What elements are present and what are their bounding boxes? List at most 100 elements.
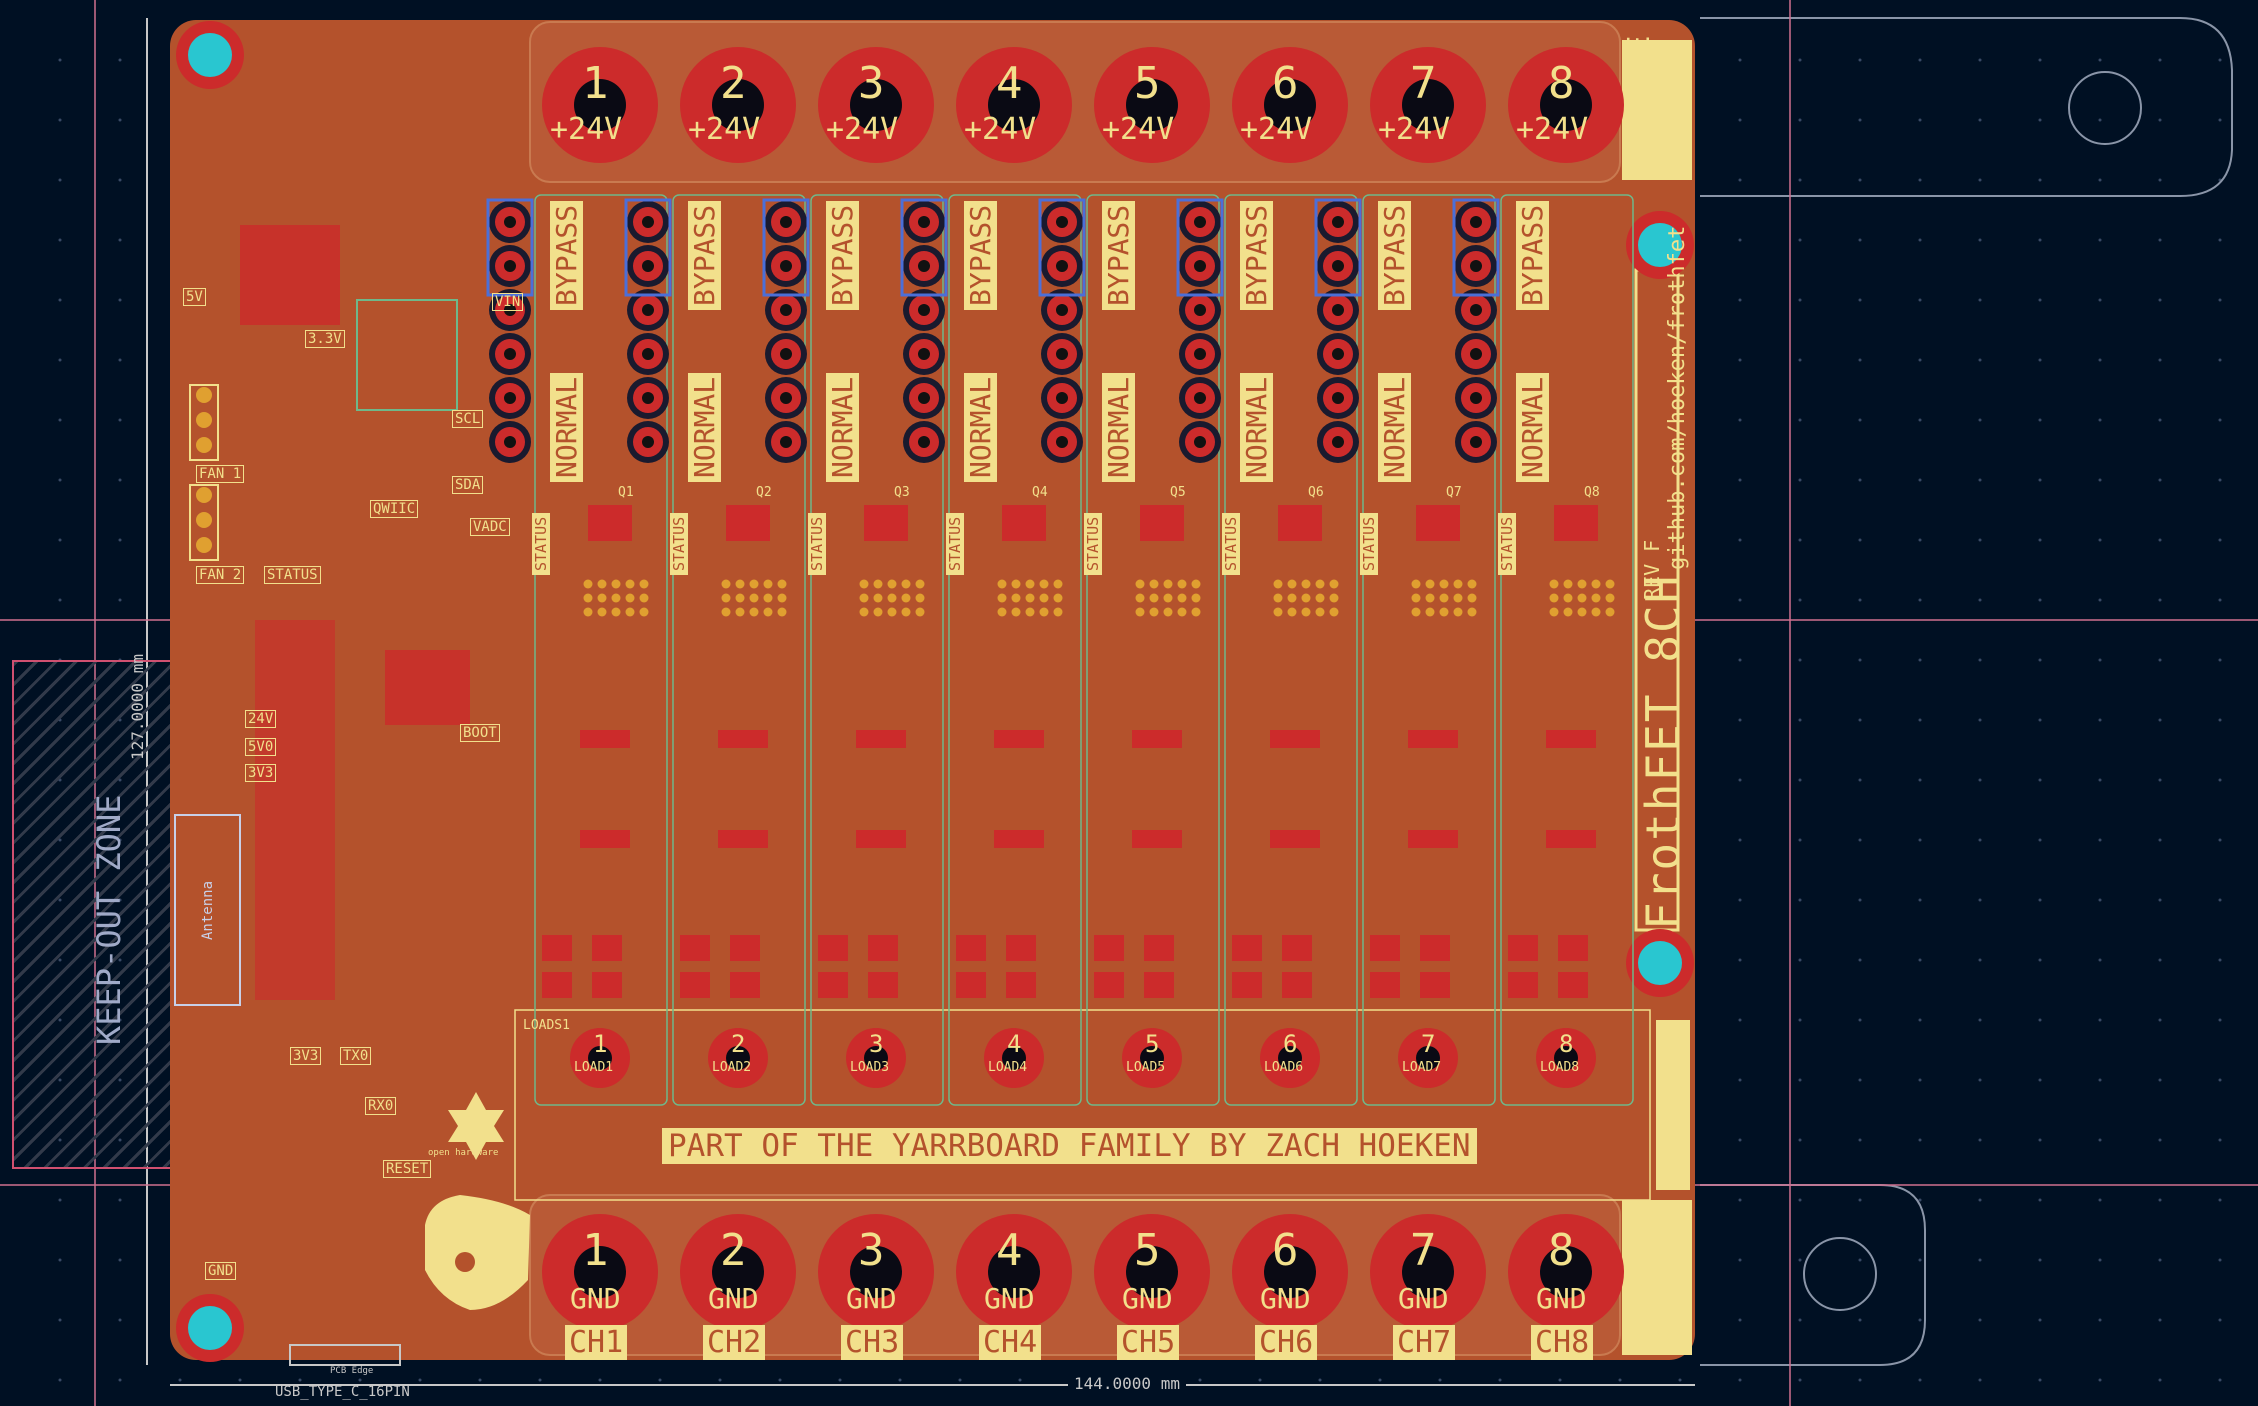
- bus-negative-label: NEGATIVE: [1622, 1210, 1657, 1356]
- pad-3: [859, 579, 869, 589]
- pad-5: [1135, 607, 1145, 617]
- jumper-5-pin-hole: [1056, 348, 1068, 360]
- jumper-7-pin-hole: [1332, 436, 1344, 448]
- pad-6: [1287, 579, 1297, 589]
- jumper-8-pin-hole: [1470, 216, 1482, 228]
- led-4-d: [1006, 972, 1036, 998]
- status-label-1: STATUS: [532, 512, 550, 575]
- led-8-d: [1558, 972, 1588, 998]
- jumper-2-pin-hole: [642, 304, 654, 316]
- pad-3: [887, 579, 897, 589]
- positive-terminal-4-number: 4: [996, 58, 1023, 109]
- pad-4: [1025, 579, 1035, 589]
- power-label-13: SDA: [452, 476, 484, 494]
- mosfet-5-ref: Q5: [1170, 485, 1186, 500]
- positive-terminal-8-voltage: +24V: [1516, 112, 1589, 147]
- jumper-4-pin-hole: [918, 392, 930, 404]
- channel-7-name: CH7: [1393, 1325, 1456, 1360]
- pad-3: [915, 593, 925, 603]
- pad-4: [1053, 593, 1063, 603]
- pad-6: [1273, 593, 1283, 603]
- channel-1-name: CH1: [565, 1325, 628, 1360]
- negative-terminal-1-ground: GND: [570, 1282, 621, 1315]
- buzzer-outline: [356, 299, 458, 411]
- pad-3: [887, 593, 897, 603]
- jumper-2-pin-hole: [642, 348, 654, 360]
- resistor-8-a: [1546, 730, 1596, 748]
- pad-5: [1163, 593, 1173, 603]
- led-3-d: [868, 972, 898, 998]
- pad-4: [1053, 579, 1063, 589]
- led-6-a: [1232, 935, 1262, 961]
- channel-4-name: CH4: [979, 1325, 1042, 1360]
- positive-terminal-1-number: 1: [582, 58, 609, 109]
- channel-6-name: CH6: [1255, 1325, 1318, 1360]
- pad-7: [1453, 607, 1463, 617]
- resistor-6-b: [1270, 830, 1320, 848]
- fan-pin-4: [196, 487, 212, 503]
- positive-terminal-5-number: 5: [1134, 58, 1161, 109]
- led-8-a: [1508, 935, 1538, 961]
- pad-2: [763, 607, 773, 617]
- mosfet-3-ref: Q3: [894, 485, 910, 500]
- negative-terminal-8-number: 8: [1548, 1225, 1575, 1276]
- pad-8: [1591, 579, 1601, 589]
- pad-3: [901, 579, 911, 589]
- jumper-8-pin-hole: [1470, 260, 1482, 272]
- power-label-7: BOOT: [460, 724, 500, 742]
- pad-7: [1411, 579, 1421, 589]
- jumper-5-pin-hole: [1056, 260, 1068, 272]
- normal-label-5: NORMAL: [1102, 372, 1135, 482]
- power-label-6: 3V3: [245, 764, 277, 782]
- led-3-c: [818, 972, 848, 998]
- led-1-d: [592, 972, 622, 998]
- load-terminal-5-name: LOAD5: [1126, 1060, 1166, 1075]
- negative-terminal-2-number: 2: [720, 1225, 747, 1276]
- pad-1: [611, 607, 621, 617]
- pad-4: [1025, 607, 1035, 617]
- jumper-1-pin-hole: [504, 216, 516, 228]
- logo-skull: [425, 1195, 530, 1310]
- power-label-14: VADC: [470, 518, 510, 536]
- pad-8: [1577, 593, 1587, 603]
- power-label-11: QWIIC: [370, 500, 419, 518]
- resistor-5-a: [1132, 730, 1182, 748]
- pad-7: [1425, 593, 1435, 603]
- negative-terminal-5-ground: GND: [1122, 1282, 1173, 1315]
- pad-4: [1025, 593, 1035, 603]
- mosfet-8-ref: Q8: [1584, 485, 1600, 500]
- pad-8: [1591, 593, 1601, 603]
- led-1-b: [592, 935, 622, 961]
- jumper-2-pin-hole: [642, 260, 654, 272]
- pad-7: [1467, 593, 1477, 603]
- channel-5-region: [1086, 194, 1220, 1106]
- power-label-8: STATUS: [264, 566, 321, 584]
- repo-url: github.com/hoeken/frothfet: [1665, 225, 1690, 570]
- driver-ic: [385, 650, 470, 725]
- pad-4: [1039, 607, 1049, 617]
- led-7-d: [1420, 972, 1450, 998]
- jumper-3-pin-hole: [780, 304, 792, 316]
- mounting-hole-4: [188, 1306, 232, 1350]
- pad-2: [735, 593, 745, 603]
- mcu-module: [255, 620, 335, 1000]
- pad-1: [597, 593, 607, 603]
- load-terminal-7-number: 7: [1421, 1030, 1436, 1058]
- jumper-8-pin-hole: [1470, 392, 1482, 404]
- normal-label-7: NORMAL: [1378, 372, 1411, 482]
- load-terminal-8-name: LOAD8: [1540, 1060, 1580, 1075]
- led-1-c: [542, 972, 572, 998]
- jumper-6-pin-hole: [1194, 392, 1206, 404]
- jumper-3-pin-hole: [780, 216, 792, 228]
- revision-label: REV F: [1640, 539, 1664, 600]
- pad-5: [1149, 607, 1159, 617]
- power-label-10: FAN 2: [196, 566, 245, 584]
- antenna-label: Antenna: [200, 880, 216, 940]
- jumper-6-pin-hole: [1194, 436, 1206, 448]
- fan-pin-3: [196, 437, 212, 453]
- pad-8: [1549, 593, 1559, 603]
- pad-8: [1605, 593, 1615, 603]
- status-label-5: STATUS: [1084, 512, 1102, 575]
- jumper-1-pin-hole: [504, 436, 516, 448]
- jumper-6-pin-hole: [1194, 348, 1206, 360]
